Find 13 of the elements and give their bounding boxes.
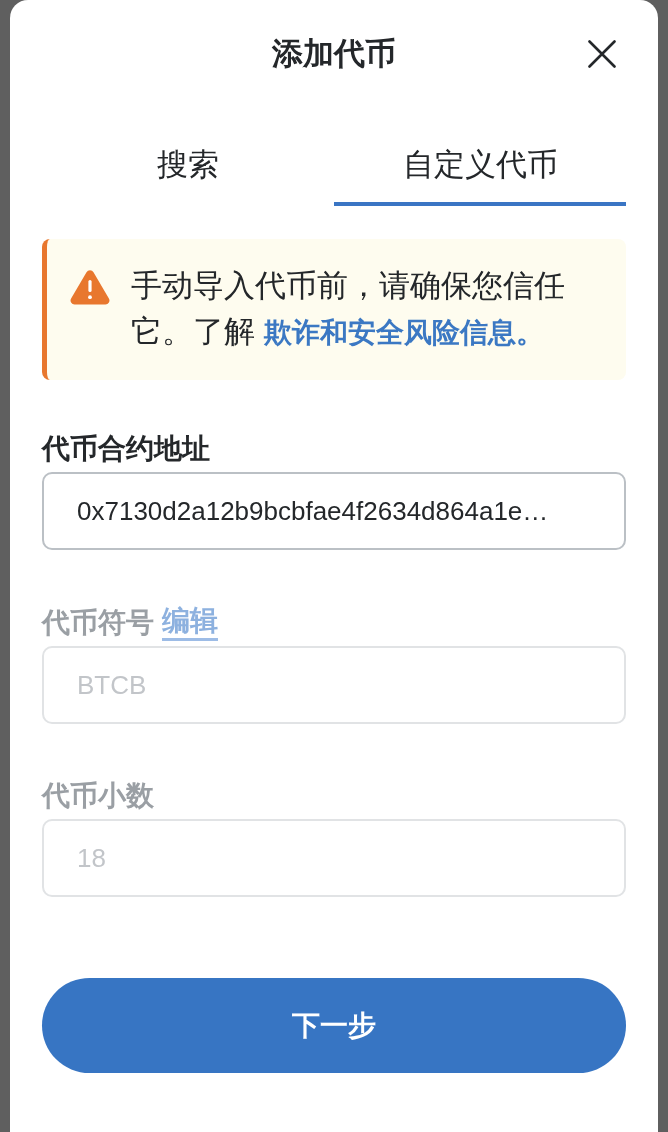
input-field[interactable]: 0x7130d2a12b9bcbfae4f2634d864a1e… — [42, 472, 626, 550]
field-label: 代币小数 — [42, 779, 154, 813]
tab[interactable]: 自定义代币 — [334, 108, 626, 206]
tab[interactable]: 搜索 — [42, 108, 334, 206]
dialog-title: 添加代币 — [272, 35, 396, 73]
field-label: 代币符号 — [42, 606, 154, 640]
warning-text: 手动导入代币前，请确保您信任它。了解 欺诈和安全风险信息。 — [131, 267, 566, 351]
warning-icon — [70, 269, 110, 305]
next-button[interactable]: 下一步 — [42, 978, 626, 1073]
close-button[interactable] — [588, 40, 616, 68]
field-label: 代币合约地址 — [42, 432, 210, 466]
fraud-info-link[interactable]: 欺诈和安全风险信息。 — [263, 317, 544, 348]
close-icon — [588, 40, 616, 68]
